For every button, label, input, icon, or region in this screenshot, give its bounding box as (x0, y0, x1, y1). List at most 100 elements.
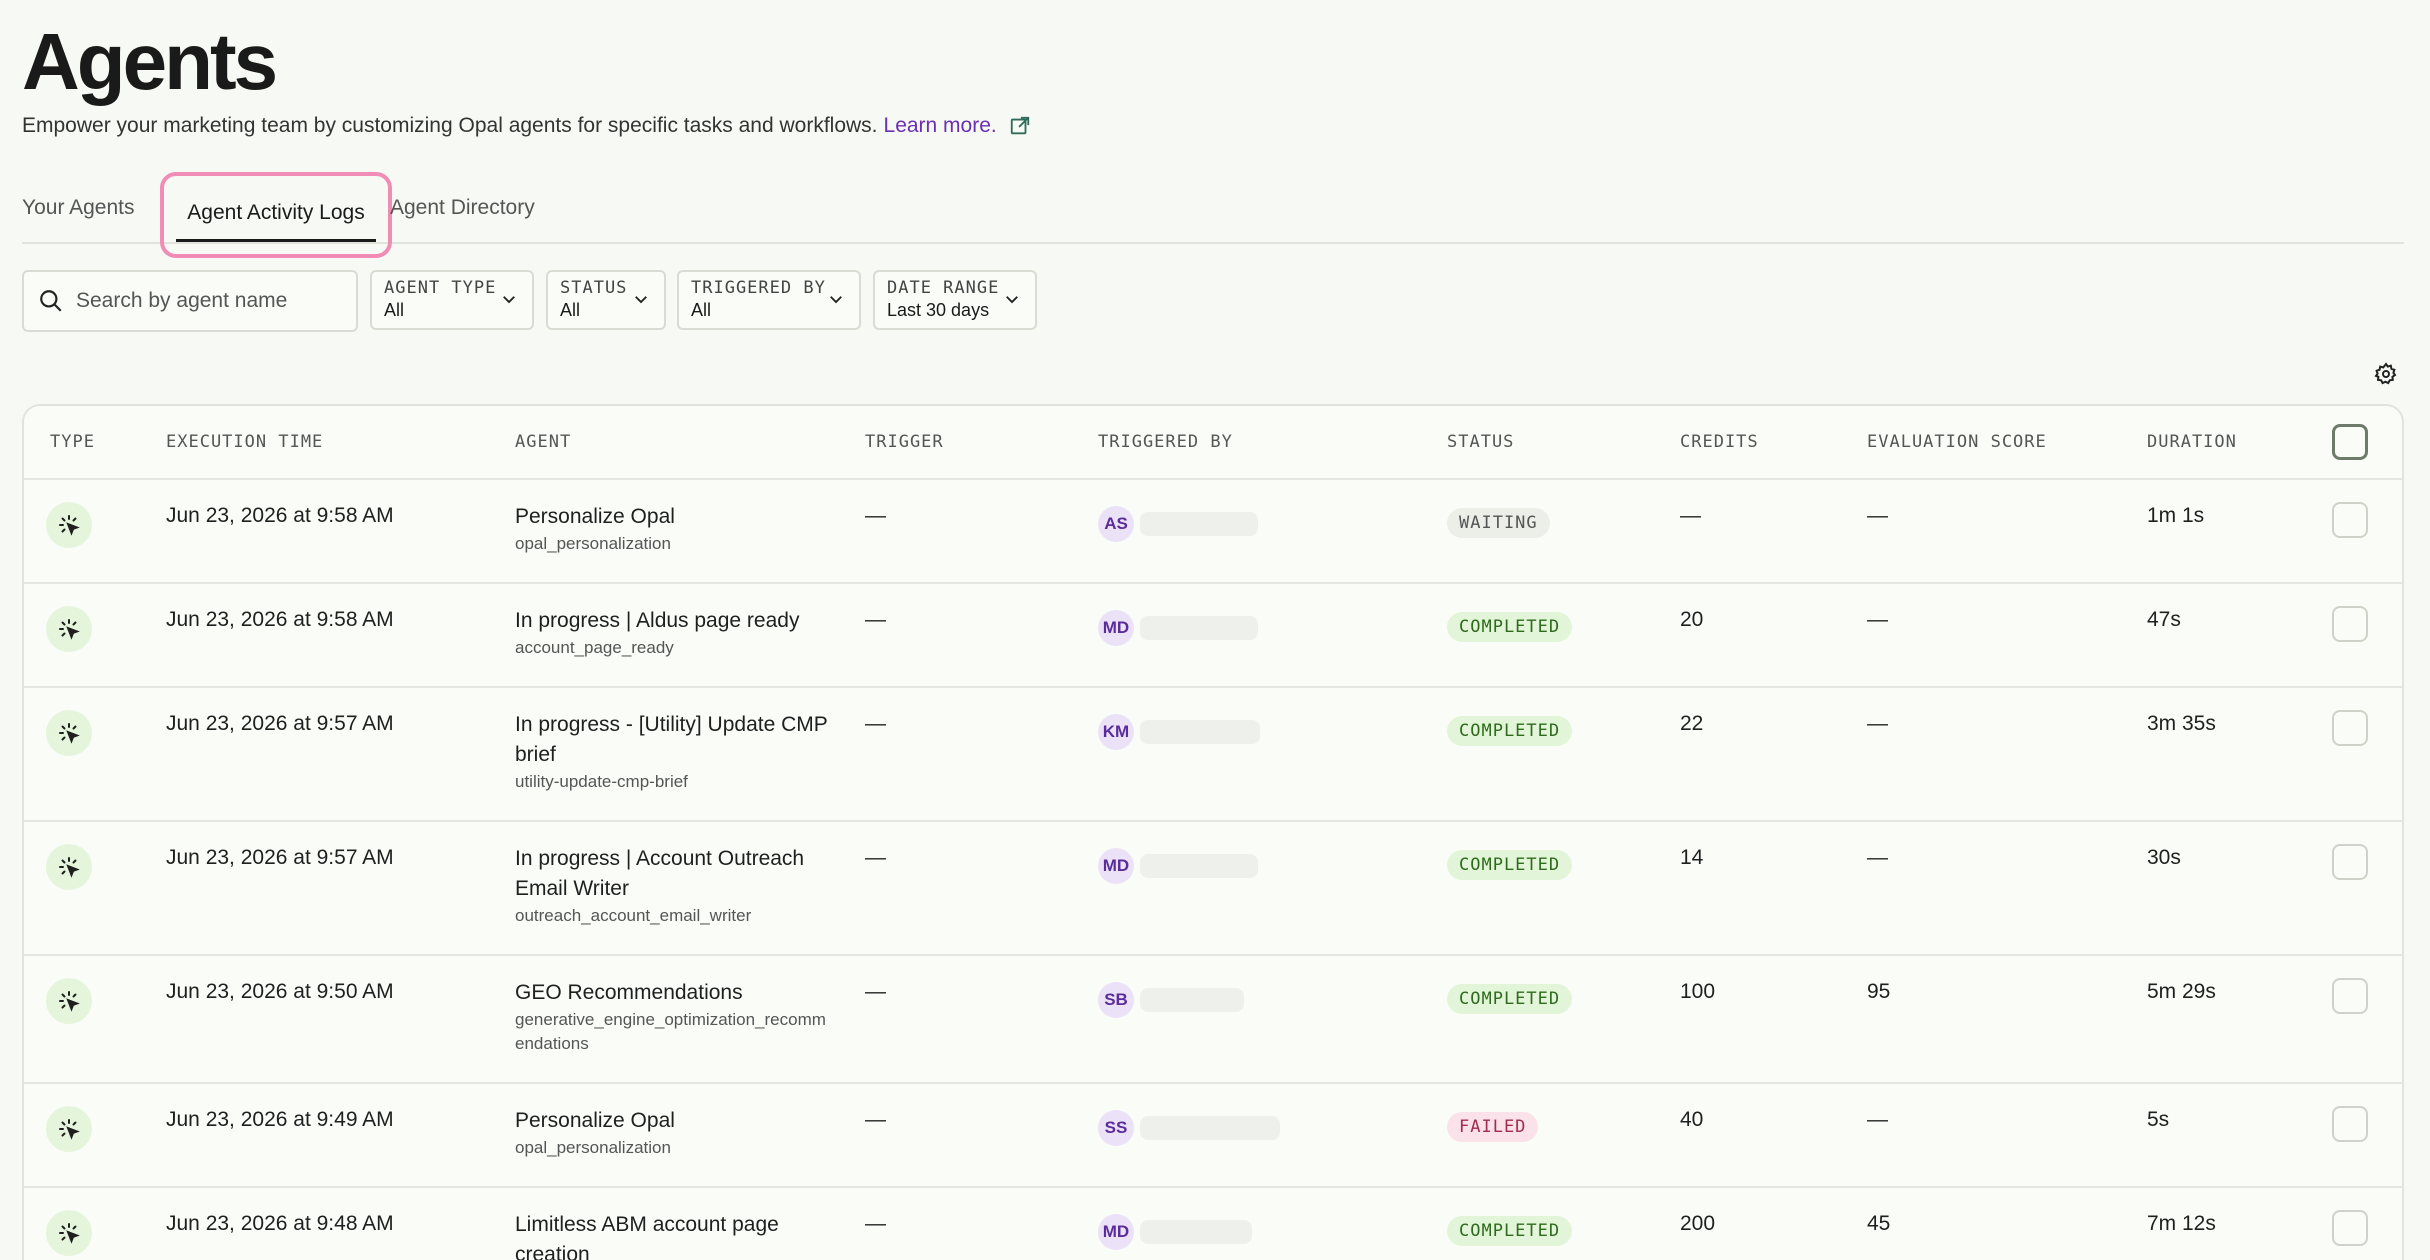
redacted-user-name (1140, 1220, 1252, 1244)
duration-value: 47s (2147, 608, 2181, 631)
execution-time: Jun 23, 2026 at 9:58 AM (166, 504, 394, 527)
search-input[interactable] (76, 289, 346, 313)
row-checkbox[interactable] (2332, 502, 2368, 538)
table-row[interactable]: Jun 23, 2026 at 9:58 AM In progress | Al… (24, 584, 2402, 688)
duration-value: 5s (2147, 1108, 2170, 1131)
evaluation-score-value: 95 (1867, 980, 1891, 1003)
trigger-value: — (865, 846, 886, 869)
agent-cell[interactable]: Personalize Opal opal_personalization (515, 502, 835, 556)
tab-bar: Your Agents Agent Activity Logs Agent Di… (22, 172, 2404, 258)
external-link-icon[interactable] (1009, 115, 1031, 137)
trigger-value: — (865, 712, 886, 735)
avatar: MD (1098, 1214, 1134, 1250)
col-evaluation-score: EVALUATION SCORE (1867, 432, 2047, 452)
trigger-value: — (865, 980, 886, 1003)
search-box (22, 270, 358, 332)
avatar: SB (1098, 982, 1134, 1018)
avatar: KM (1098, 714, 1134, 750)
credits-value: 14 (1680, 846, 1704, 869)
agent-name[interactable]: In progress | Aldus page ready (515, 606, 835, 636)
redacted-user-name (1140, 1116, 1280, 1140)
status-badge: WAITING (1447, 508, 1550, 538)
col-duration: DURATION (2147, 432, 2237, 452)
row-checkbox[interactable] (2332, 606, 2368, 642)
select-all-checkbox[interactable] (2332, 424, 2368, 460)
agent-name[interactable]: Personalize Opal (515, 502, 835, 532)
row-checkbox[interactable] (2332, 710, 2368, 746)
triggered-by-filter[interactable]: TRIGGERED BY All (677, 270, 861, 330)
sparkle-cursor-icon (46, 1210, 92, 1256)
evaluation-score-value: — (1867, 504, 1888, 527)
agent-name[interactable]: Personalize Opal (515, 1106, 835, 1136)
duration-value: 7m 12s (2147, 1212, 2216, 1235)
agent-slug: outreach_account_email_writer (515, 906, 752, 925)
learn-more-link[interactable]: Learn more. (884, 114, 997, 138)
table-header: TYPE EXECUTION TIME AGENT TRIGGER TRIGGE… (24, 406, 2402, 480)
evaluation-score-value: 45 (1867, 1212, 1891, 1235)
execution-time: Jun 23, 2026 at 9:57 AM (166, 712, 394, 735)
gear-icon[interactable] (2374, 362, 2398, 386)
agent-name[interactable]: GEO Recommendations (515, 978, 835, 1008)
evaluation-score-value: — (1867, 846, 1888, 869)
triggered-by-label: TRIGGERED BY (691, 278, 826, 298)
chevron-down-icon (1006, 296, 1018, 304)
execution-time: Jun 23, 2026 at 9:58 AM (166, 608, 394, 631)
avatar: AS (1098, 506, 1134, 542)
agent-name[interactable]: Limitless ABM account page creation (515, 1210, 835, 1260)
status-badge: FAILED (1447, 1112, 1539, 1142)
table-row[interactable]: Jun 23, 2026 at 9:50 AM GEO Recommendati… (24, 956, 2402, 1084)
execution-time: Jun 23, 2026 at 9:48 AM (166, 1212, 394, 1235)
sparkle-cursor-icon (46, 844, 92, 890)
agent-name[interactable]: In progress | Account Outreach Email Wri… (515, 844, 835, 904)
redacted-user-name (1140, 512, 1258, 536)
agent-cell[interactable]: In progress | Account Outreach Email Wri… (515, 844, 835, 928)
page-subtitle: Empower your marketing team by customizi… (22, 114, 1031, 138)
row-checkbox[interactable] (2332, 978, 2368, 1014)
date-range-filter[interactable]: DATE RANGE Last 30 days (873, 270, 1037, 330)
agent-cell[interactable]: In progress | Aldus page ready account_p… (515, 606, 835, 660)
evaluation-score-value: — (1867, 712, 1888, 735)
row-checkbox[interactable] (2332, 1210, 2368, 1246)
sparkle-cursor-icon (46, 606, 92, 652)
row-checkbox[interactable] (2332, 1106, 2368, 1142)
duration-value: 3m 35s (2147, 712, 2216, 735)
table-row[interactable]: Jun 23, 2026 at 9:49 AM Personalize Opal… (24, 1084, 2402, 1188)
agent-type-filter[interactable]: AGENT TYPE All (370, 270, 534, 330)
agent-cell[interactable]: Personalize Opal opal_personalization (515, 1106, 835, 1160)
table-row[interactable]: Jun 23, 2026 at 9:48 AM Limitless ABM ac… (24, 1188, 2402, 1260)
agent-slug: utility-update-cmp-brief (515, 772, 688, 791)
agent-slug: opal_personalization (515, 534, 671, 553)
credits-value: 22 (1680, 712, 1704, 735)
activity-log-table: TYPE EXECUTION TIME AGENT TRIGGER TRIGGE… (22, 404, 2404, 1260)
agent-slug: opal_personalization (515, 1138, 671, 1157)
trigger-value: — (865, 504, 886, 527)
tab-agent-directory[interactable]: Agent Directory (390, 172, 535, 244)
table-row[interactable]: Jun 23, 2026 at 9:57 AM In progress | Ac… (24, 822, 2402, 956)
table-row[interactable]: Jun 23, 2026 at 9:57 AM In progress - [U… (24, 688, 2402, 822)
avatar: SS (1098, 1110, 1134, 1146)
tab-highlight: Agent Activity Logs (160, 172, 392, 258)
credits-value: 40 (1680, 1108, 1704, 1131)
sparkle-cursor-icon (46, 978, 92, 1024)
avatar: MD (1098, 848, 1134, 884)
redacted-user-name (1140, 988, 1244, 1012)
duration-value: 1m 1s (2147, 504, 2205, 527)
chevron-down-icon (830, 296, 842, 304)
sparkle-cursor-icon (46, 710, 92, 756)
redacted-user-name (1140, 854, 1258, 878)
sparkle-cursor-icon (46, 1106, 92, 1152)
trigger-value: — (865, 1212, 886, 1235)
status-filter[interactable]: STATUS All (546, 270, 666, 330)
page-title: Agents (22, 17, 278, 106)
col-type: TYPE (50, 432, 95, 452)
tab-your-agents[interactable]: Your Agents (22, 172, 135, 244)
status-badge: COMPLETED (1447, 1216, 1573, 1246)
row-checkbox[interactable] (2332, 844, 2368, 880)
agent-name[interactable]: In progress - [Utility] Update CMP brief (515, 710, 835, 770)
table-row[interactable]: Jun 23, 2026 at 9:58 AM Personalize Opal… (24, 480, 2402, 584)
agent-cell[interactable]: GEO Recommendations generative_engine_op… (515, 978, 835, 1056)
credits-value: 200 (1680, 1212, 1716, 1235)
col-trigger: TRIGGER (865, 432, 944, 452)
agent-cell[interactable]: In progress - [Utility] Update CMP brief… (515, 710, 835, 794)
agent-cell[interactable]: Limitless ABM account page creation (515, 1210, 835, 1260)
